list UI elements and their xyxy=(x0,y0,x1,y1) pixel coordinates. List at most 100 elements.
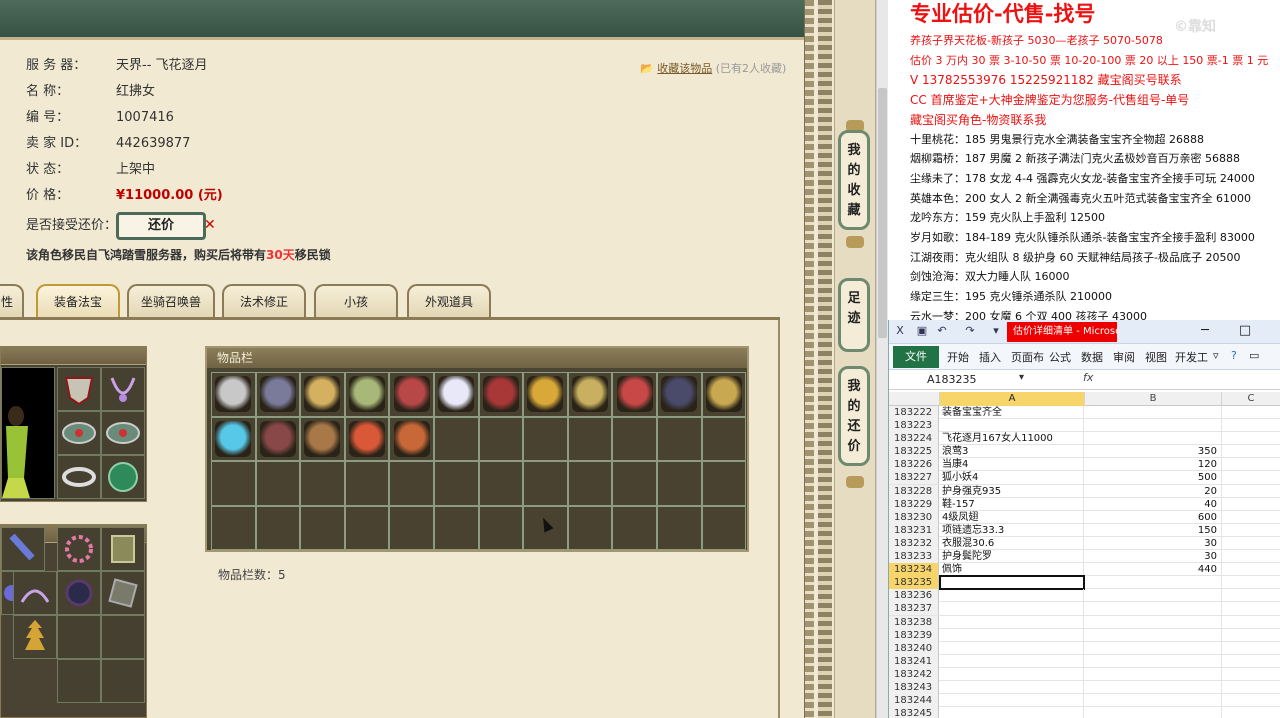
tab-view[interactable]: 视图 xyxy=(1145,349,1167,365)
row-number[interactable]: 183236 xyxy=(889,589,939,603)
row-number[interactable]: 183225 xyxy=(889,445,939,459)
inventory-slot-empty[interactable] xyxy=(255,505,301,550)
row-number[interactable]: 183235 xyxy=(889,576,939,590)
equip-slot-helmet[interactable] xyxy=(57,367,101,411)
inventory-slot-empty[interactable] xyxy=(523,416,568,461)
row-number[interactable]: 183238 xyxy=(889,615,939,629)
cell-a[interactable] xyxy=(940,694,1084,708)
cell-b[interactable]: 20 xyxy=(1085,484,1222,498)
cell-b[interactable] xyxy=(1085,667,1222,681)
inventory-slot[interactable] xyxy=(211,372,256,417)
cell-b[interactable]: 350 xyxy=(1085,445,1222,459)
haggle-button[interactable]: 还价 xyxy=(116,212,206,240)
cell-b[interactable]: 30 xyxy=(1085,536,1222,550)
tab-page-layout[interactable]: 页面布 xyxy=(1011,349,1044,365)
inventory-slot[interactable] xyxy=(300,372,345,417)
row-number[interactable]: 183222 xyxy=(889,406,939,419)
treasure-slot[interactable] xyxy=(57,571,101,615)
inventory-slot-empty[interactable] xyxy=(300,505,345,550)
inventory-slot-empty[interactable] xyxy=(656,416,702,461)
treasure-slot[interactable] xyxy=(1,527,45,571)
inventory-slot[interactable] xyxy=(523,372,568,417)
inventory-slot[interactable] xyxy=(701,372,747,417)
inventory-slot-empty[interactable] xyxy=(344,461,390,506)
cell-a[interactable] xyxy=(940,615,1084,629)
row-number[interactable]: 183232 xyxy=(889,536,939,550)
row-number[interactable]: 183230 xyxy=(889,510,939,524)
inventory-slot-empty[interactable] xyxy=(656,505,702,550)
row-number[interactable]: 183237 xyxy=(889,602,939,616)
cell-b[interactable]: 40 xyxy=(1085,497,1222,511)
cell-a[interactable]: 装备宝宝齐全 xyxy=(940,406,1084,419)
inventory-slot[interactable] xyxy=(389,416,434,461)
cell-a[interactable]: 衣服混30.6 xyxy=(940,536,1084,550)
inventory-slot[interactable] xyxy=(211,416,256,461)
tab-home[interactable]: 开始 xyxy=(947,349,969,365)
cell-a[interactable]: 飞花逐月167女人11000 xyxy=(940,432,1084,446)
equip-slot-bracelet[interactable] xyxy=(101,411,145,455)
footprint-button[interactable]: 足迹 xyxy=(838,278,870,352)
ribbon-collapse-icon[interactable]: ▿ xyxy=(1213,349,1219,362)
inventory-slot-empty[interactable] xyxy=(612,416,657,461)
cell-b[interactable] xyxy=(1085,680,1222,694)
inventory-slot-empty[interactable] xyxy=(612,461,657,506)
undo-icon[interactable]: ↶ xyxy=(935,324,949,338)
inventory-slot[interactable] xyxy=(478,372,524,417)
cell-b[interactable] xyxy=(1085,641,1222,655)
equip-slot-orb[interactable] xyxy=(101,455,145,499)
inventory-slot-empty[interactable] xyxy=(567,461,613,506)
cell-a[interactable]: 狐小妖4 xyxy=(940,471,1084,485)
inventory-slot-empty[interactable] xyxy=(389,461,434,506)
my-favorites-button[interactable]: 我的收藏 xyxy=(838,130,870,230)
cell-b[interactable] xyxy=(1085,576,1222,590)
maximize-icon[interactable]: □ xyxy=(1235,322,1255,340)
cell-b[interactable]: 30 xyxy=(1085,550,1222,564)
inventory-slot[interactable] xyxy=(567,372,613,417)
row-number[interactable]: 183241 xyxy=(889,654,939,668)
inventory-slot-empty[interactable] xyxy=(656,461,702,506)
row-number[interactable]: 183231 xyxy=(889,523,939,537)
equip-slot-belt[interactable] xyxy=(57,411,101,455)
inventory-slot[interactable] xyxy=(656,372,702,417)
cell-b[interactable] xyxy=(1085,654,1222,668)
column-header-b[interactable]: B xyxy=(1085,392,1222,406)
favorite-link[interactable]: 收藏该物品 xyxy=(657,62,712,75)
row-number[interactable]: 183227 xyxy=(889,471,939,485)
row-number[interactable]: 183242 xyxy=(889,667,939,681)
inventory-slot-empty[interactable] xyxy=(567,505,613,550)
tab-insert[interactable]: 插入 xyxy=(979,349,1001,365)
row-number[interactable]: 183240 xyxy=(889,641,939,655)
cell-b[interactable] xyxy=(1085,432,1222,446)
treasure-slot-empty[interactable] xyxy=(101,659,145,703)
help-icon[interactable]: ? xyxy=(1231,349,1237,362)
cell-b[interactable] xyxy=(1085,419,1222,433)
page-scrollbar[interactable] xyxy=(876,0,888,718)
cell-a[interactable]: 护身强克935 xyxy=(940,484,1084,498)
minimize-icon[interactable]: ─ xyxy=(1195,322,1215,340)
inventory-slot[interactable] xyxy=(433,372,479,417)
tab-review[interactable]: 审阅 xyxy=(1113,349,1135,365)
cell-b[interactable]: 440 xyxy=(1085,563,1222,577)
row-number[interactable]: 183223 xyxy=(889,419,939,433)
treasure-slot[interactable] xyxy=(101,571,145,615)
cell-b[interactable]: 500 xyxy=(1085,471,1222,485)
inventory-slot-empty[interactable] xyxy=(478,505,524,550)
tab-children[interactable]: 小孩 xyxy=(314,284,398,318)
cell-a[interactable] xyxy=(940,641,1084,655)
inventory-slot-empty[interactable] xyxy=(389,505,434,550)
select-all-corner[interactable] xyxy=(889,392,940,406)
inventory-slot-empty[interactable] xyxy=(211,461,256,506)
inventory-slot-empty[interactable] xyxy=(211,505,256,550)
tab-data[interactable]: 数据 xyxy=(1081,349,1103,365)
row-number[interactable]: 183239 xyxy=(889,628,939,642)
treasure-slot-empty[interactable] xyxy=(57,615,101,659)
close-icon[interactable]: ✕ xyxy=(204,217,216,233)
cell-b[interactable] xyxy=(1085,694,1222,708)
cell-b[interactable] xyxy=(1085,707,1222,718)
window-restore-icon[interactable]: ▭ xyxy=(1249,349,1259,362)
inventory-slot[interactable] xyxy=(344,416,390,461)
treasure-slot[interactable] xyxy=(13,615,57,659)
inventory-slot-empty[interactable] xyxy=(612,505,657,550)
tab-spell-mods[interactable]: 法术修正 xyxy=(222,284,306,318)
row-number[interactable]: 183229 xyxy=(889,497,939,511)
